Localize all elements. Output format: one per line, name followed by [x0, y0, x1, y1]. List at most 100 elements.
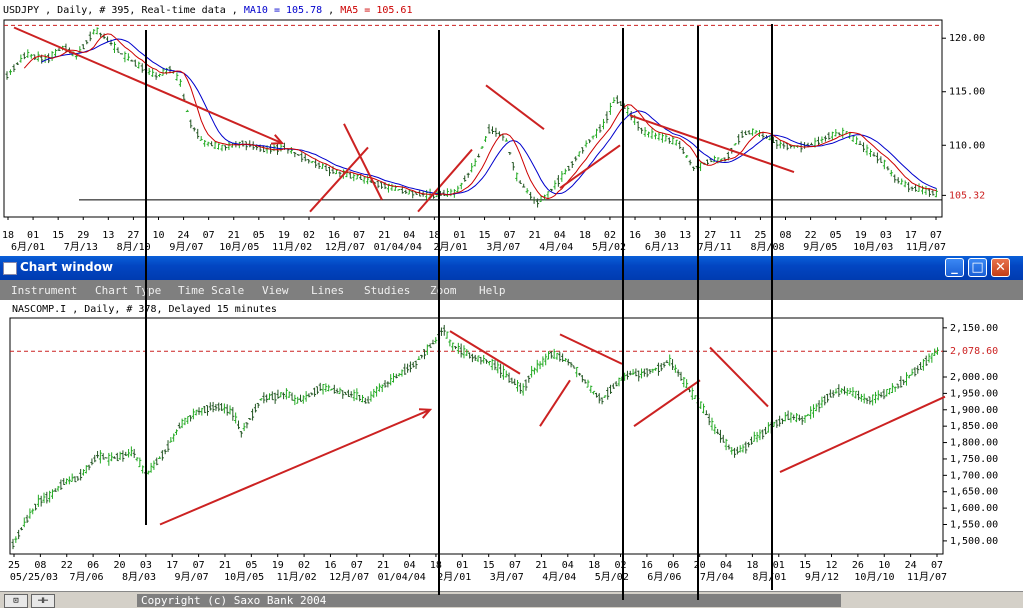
window-titlebar[interactable]: Chart window _ □ ✕ [0, 256, 1023, 280]
x-tick-day: 21 [377, 560, 389, 571]
usdjpy-chart-pane[interactable]: USDJPY , Daily, # 395, Real-time data , … [0, 0, 1023, 253]
x-tick-date: 12月/07 [329, 571, 369, 583]
x-tick-day: 04 [720, 560, 732, 571]
menu-studies[interactable]: Studies [364, 284, 410, 297]
x-tick-date: 10月/10 [854, 571, 894, 583]
x-tick-day: 13 [679, 230, 691, 241]
x-tick-day: 27 [127, 230, 139, 241]
x-tick-date: 05/25/03 [10, 572, 58, 583]
x-tick-day: 19 [278, 230, 290, 241]
x-tick-date: 2月/01 [437, 571, 471, 583]
y-tick-label: 115.00 [949, 87, 985, 98]
x-tick-date: 8月/08 [750, 241, 784, 253]
menu-instrument[interactable]: Instrument [11, 284, 77, 297]
y-tick-label: 105.32 [949, 190, 985, 201]
x-tick-day: 15 [483, 560, 495, 571]
x-tick-day: 04 [562, 560, 574, 571]
x-tick-date: 10月/05 [219, 241, 259, 253]
trend-arrow [13, 26, 283, 145]
trend-line [343, 123, 383, 201]
x-tick-day: 29 [77, 230, 89, 241]
close-button[interactable]: ✕ [991, 258, 1010, 277]
x-tick-date: 11月/02 [277, 571, 317, 583]
x-tick-day: 01 [773, 560, 785, 571]
x-tick-date: 3月/07 [486, 241, 520, 253]
menu-chart-type[interactable]: Chart Type [95, 284, 161, 297]
x-tick-day: 02 [303, 230, 315, 241]
x-tick-day: 01 [453, 230, 465, 241]
x-tick-date: 01/04/04 [378, 572, 426, 583]
x-tick-day: 04 [404, 560, 416, 571]
x-tick-day: 18 [588, 560, 600, 571]
x-tick-date: 10月/05 [224, 571, 264, 583]
x-tick-day: 19 [272, 560, 284, 571]
menu-time-scale[interactable]: Time Scale [178, 284, 244, 297]
menu-zoom[interactable]: Zoom [430, 284, 457, 297]
trend-arrow [159, 408, 431, 526]
x-tick-day: 22 [61, 560, 73, 571]
x-tick-day: 21 [228, 230, 240, 241]
x-tick-day: 17 [905, 230, 917, 241]
x-tick-day: 24 [178, 230, 190, 241]
x-tick-date: 8月/10 [117, 241, 151, 253]
x-tick-day: 20 [113, 560, 125, 571]
x-tick-day: 20 [694, 560, 706, 571]
menu-help[interactable]: Help [479, 284, 506, 297]
trend-line [709, 346, 769, 408]
status-button-1[interactable]: ⊡ [4, 594, 28, 608]
x-tick-date: 10月/03 [853, 241, 893, 253]
x-tick-date: 9月/07 [175, 571, 209, 583]
x-tick-date: 01/04/04 [374, 242, 422, 253]
copyright-text: Copyright (c) Saxo Bank 2004 [137, 594, 841, 607]
x-tick-day: 06 [667, 560, 679, 571]
nascomp-chart-pane[interactable]: NASCOMP.I , Daily, # 378, Delayed 15 min… [0, 300, 1023, 591]
x-tick-day: 07 [504, 230, 516, 241]
trend-line [539, 379, 571, 427]
x-tick-day: 18 [430, 560, 442, 571]
x-tick-day: 07 [931, 560, 943, 571]
nascomp-plot[interactable]: 2,150.00 2,078.60 2,000.00 1,950.00 1,900.00… [0, 300, 1023, 591]
y-tick-label: 2,000.00 [950, 372, 998, 383]
x-tick-date: 2月/01 [434, 241, 468, 253]
x-tick-day: 10 [152, 230, 164, 241]
y-tick-label: 1,600.00 [950, 503, 998, 514]
x-tick-date: 9月/12 [805, 571, 839, 583]
x-tick-date: 6月/06 [647, 571, 681, 583]
x-tick-day: 22 [805, 230, 817, 241]
x-tick-day: 16 [328, 230, 340, 241]
x-tick-day: 27 [704, 230, 716, 241]
minimize-button[interactable]: _ [945, 258, 964, 277]
x-tick-day: 25 [8, 560, 20, 571]
x-tick-day: 15 [479, 230, 491, 241]
x-tick-day: 24 [905, 560, 917, 571]
status-button-2[interactable]: ⊣⊢ [31, 594, 55, 608]
x-tick-day: 26 [852, 560, 864, 571]
chart-window[interactable]: Chart window _ □ ✕ Instrument Chart Type… [0, 256, 1023, 608]
y-tick-label: 120.00 [949, 33, 985, 44]
usdjpy-plot[interactable]: 120.00 115.00 110.00 105.32 18 01 15 29 13 27 10 24… [0, 0, 1023, 253]
x-tick-day: 02 [298, 560, 310, 571]
x-tick-date: 11月/07 [906, 241, 946, 253]
y-tick-label: 110.00 [949, 140, 985, 151]
menu-view[interactable]: View [262, 284, 289, 297]
x-tick-day: 15 [799, 560, 811, 571]
menu-lines[interactable]: Lines [311, 284, 344, 297]
maximize-button[interactable]: □ [968, 258, 987, 277]
x-tick-day: 19 [855, 230, 867, 241]
x-tick-day: 07 [203, 230, 215, 241]
window-title: Chart window [20, 260, 113, 274]
x-tick-date: 4月/04 [542, 571, 576, 583]
x-tick-day: 01 [456, 560, 468, 571]
x-tick-day: 04 [403, 230, 415, 241]
x-tick-day: 07 [193, 560, 205, 571]
x-tick-date: 6月/01 [11, 241, 45, 253]
trend-line [485, 84, 545, 131]
x-tick-day: 21 [378, 230, 390, 241]
trend-line [779, 395, 946, 473]
y-tick-label: 1,900.00 [950, 405, 998, 416]
x-tick-day: 11 [729, 230, 741, 241]
x-tick-day: 18 [2, 230, 14, 241]
y-tick-label: 1,550.00 [950, 520, 998, 531]
x-tick-date: 7月/04 [700, 571, 734, 583]
x-tick-date: 3月/07 [490, 571, 524, 583]
